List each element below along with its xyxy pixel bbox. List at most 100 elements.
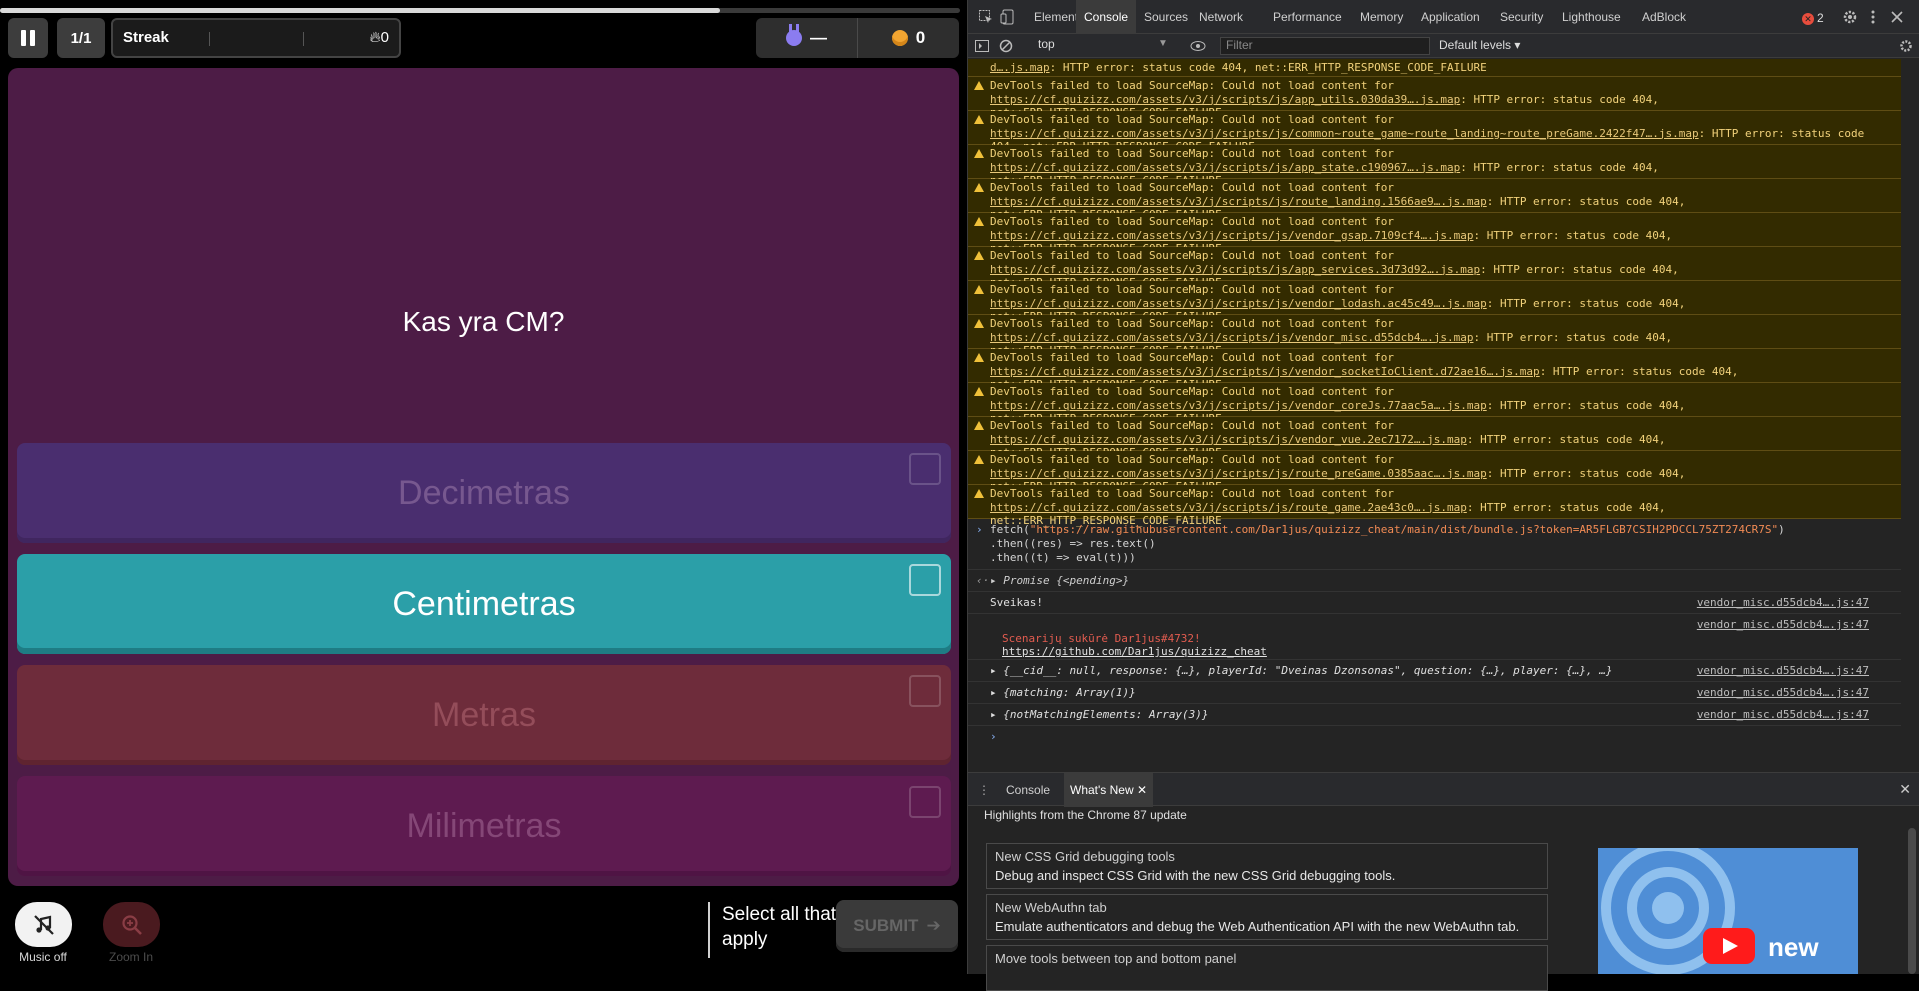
console-settings-icon[interactable] (1898, 38, 1914, 54)
close-icon[interactable]: ✕ (1137, 783, 1147, 797)
progress-bar (0, 8, 960, 13)
whats-new-heading: Highlights from the Chrome 87 update (984, 808, 1187, 822)
drawer-menu-icon[interactable]: ⋮ (978, 773, 990, 807)
sourcemap-link[interactable]: https://cf.quizizz.com/assets/v3/j/scrip… (990, 399, 1487, 412)
tab-lighthouse[interactable]: Lighthouse (1554, 0, 1629, 34)
sourcemap-link[interactable]: https://cf.quizizz.com/assets/v3/j/scrip… (990, 467, 1487, 480)
news-item[interactable]: New WebAuthn tab Emulate authenticators … (986, 894, 1548, 940)
submit-button[interactable]: SUBMIT ➔ (836, 900, 958, 952)
tab-adblock[interactable]: AdBlock (1634, 0, 1694, 34)
sourcemap-link[interactable]: d….js.map (990, 61, 1050, 74)
log-row-object[interactable]: ▸ {__cid__: null, response: {…}, playerI… (968, 660, 1901, 682)
answer-option[interactable]: Milimetras (17, 776, 951, 876)
error-count[interactable]: 2 (1802, 11, 1824, 25)
sourcemap-link[interactable]: https://cf.quizizz.com/assets/v3/j/scrip… (990, 433, 1467, 446)
context-selector[interactable]: top (1038, 37, 1178, 51)
music-off-icon (33, 914, 54, 935)
warning-text: DevTools failed to load SourceMap: Could… (990, 147, 1394, 160)
gear-icon[interactable] (1842, 9, 1858, 25)
tab-network[interactable]: Network (1191, 0, 1251, 34)
news-item[interactable]: Move tools between top and bottom panel (986, 945, 1548, 991)
log-row-object[interactable]: ▸ {notMatchingElements: Array(3)} vendor… (968, 704, 1901, 726)
sourcemap-link[interactable]: https://cf.quizizz.com/assets/v3/j/scrip… (990, 229, 1473, 242)
sourcemap-link[interactable]: https://cf.quizizz.com/assets/v3/j/scrip… (990, 365, 1540, 378)
drawer-tab-console[interactable]: Console (1000, 773, 1056, 807)
command-url: "https://raw.githubusercontent.com/Dar1j… (1029, 523, 1779, 536)
warning-text: DevTools failed to load SourceMap: Could… (990, 317, 1394, 330)
sourcemap-link[interactable]: https://cf.quizizz.com/assets/v3/j/scrip… (990, 195, 1487, 208)
source-link[interactable]: vendor_misc.d55dcb4….js:47 (1697, 664, 1869, 677)
log-author-link[interactable]: https://github.com/Dar1jus/quizizz_cheat (1002, 645, 1881, 658)
close-drawer-icon[interactable]: ✕ (1899, 781, 1911, 798)
promise-text: Promise {<pending>} (1003, 574, 1130, 587)
rank-value: — (810, 28, 827, 47)
answer-checkbox[interactable] (909, 564, 941, 596)
log-levels-dropdown[interactable]: Default levels ▾ (1439, 38, 1520, 52)
sourcemap-link[interactable]: https://cf.quizizz.com/assets/v3/j/scrip… (990, 297, 1487, 310)
sourcemap-link[interactable]: https://cf.quizizz.com/assets/v3/j/scrip… (990, 331, 1473, 344)
return-value[interactable]: ‹· ▸ Promise {<pending>} (968, 570, 1901, 592)
source-link[interactable]: vendor_misc.d55dcb4….js:47 (1697, 686, 1869, 699)
answer-option[interactable]: Centimetras (17, 554, 951, 654)
drawer-tab-whats-new[interactable]: What's New ✕ (1064, 773, 1154, 807)
warning-icon (974, 251, 984, 260)
console-input[interactable]: › (968, 726, 1901, 747)
question-text: Kas yra CM? (402, 306, 565, 337)
warning-text: DevTools failed to load SourceMap: Could… (990, 249, 1394, 262)
music-toggle-button[interactable] (15, 902, 72, 947)
warning-icon (974, 149, 984, 158)
sourcemap-link[interactable]: https://cf.quizizz.com/assets/v3/j/scrip… (990, 93, 1460, 106)
filter-input[interactable]: Filter (1220, 37, 1430, 55)
pause-button[interactable] (8, 18, 48, 58)
scrollbar[interactable] (1908, 828, 1916, 974)
more-options-icon[interactable] (1865, 9, 1881, 25)
warning-row: DevTools failed to load SourceMap: Could… (968, 315, 1901, 357)
log-object-text: {matching: Array(1)} (1003, 686, 1136, 699)
warning-icon (974, 115, 984, 124)
coin-icon (891, 30, 908, 46)
play-icon[interactable] (1703, 928, 1755, 964)
news-item[interactable]: New CSS Grid debugging tools Debug and i… (986, 843, 1548, 889)
answer-label: Decimetras (398, 473, 570, 512)
sourcemap-link[interactable]: https://cf.quizizz.com/assets/v3/j/scrip… (990, 127, 1699, 140)
sourcemap-link[interactable]: https://cf.quizizz.com/assets/v3/j/scrip… (990, 501, 1467, 514)
answer-option[interactable]: Decimetras (17, 443, 951, 543)
expand-triangle-icon: ▸ (990, 574, 997, 587)
clear-console-icon[interactable] (998, 38, 1014, 54)
log-row-object[interactable]: ▸ {matching: Array(1)} vendor_misc.d55dc… (968, 682, 1901, 704)
tab-application[interactable]: Application (1413, 0, 1488, 34)
tab-sources[interactable]: Sources (1136, 0, 1196, 34)
device-toolbar-icon[interactable] (1000, 9, 1016, 25)
source-link[interactable]: vendor_misc.d55dcb4….js:47 (1697, 596, 1869, 609)
devtools-panel: Elements Console Sources Network Performance… (967, 0, 1919, 991)
answer-option[interactable]: Metras (17, 665, 951, 765)
tab-performance[interactable]: Performance (1265, 0, 1350, 34)
return-arrow-icon: ‹· (976, 574, 990, 587)
sidebar-toggle-icon[interactable] (974, 38, 990, 54)
warning-text: DevTools failed to load SourceMap: Could… (990, 283, 1394, 296)
answer-checkbox[interactable] (909, 453, 941, 485)
console-log: d….js.map: HTTP error: status code 404, … (968, 59, 1901, 771)
inspect-element-icon[interactable] (978, 9, 994, 25)
tab-console[interactable]: Console (1076, 0, 1137, 34)
eye-icon[interactable] (1190, 38, 1206, 54)
source-link[interactable]: vendor_misc.d55dcb4….js:47 (1697, 618, 1869, 631)
tab-memory[interactable]: Memory (1352, 0, 1411, 34)
close-icon[interactable] (1889, 9, 1905, 25)
answer-checkbox[interactable] (909, 786, 941, 818)
whats-new-video[interactable]: new (1598, 848, 1858, 974)
zoom-in-button[interactable] (103, 902, 160, 947)
sourcemap-link[interactable]: https://cf.quizizz.com/assets/v3/j/scrip… (990, 161, 1460, 174)
chevron-down-icon: ▾ (1514, 38, 1521, 52)
warning-row: DevTools failed to load SourceMap: Could… (968, 77, 1901, 119)
warning-icon (974, 353, 984, 362)
source-link[interactable]: vendor_misc.d55dcb4….js:47 (1697, 708, 1869, 721)
streak-divider (303, 32, 304, 46)
coins-stat: 0 (857, 18, 959, 58)
sourcemap-link[interactable]: https://cf.quizizz.com/assets/v3/j/scrip… (990, 263, 1480, 276)
answer-checkbox[interactable] (909, 675, 941, 707)
warning-row: DevTools failed to load SourceMap: Could… (968, 383, 1901, 425)
prompt-icon: › (976, 523, 983, 536)
tab-security[interactable]: Security (1492, 0, 1551, 34)
zoom-label: Zoom In (108, 950, 153, 964)
